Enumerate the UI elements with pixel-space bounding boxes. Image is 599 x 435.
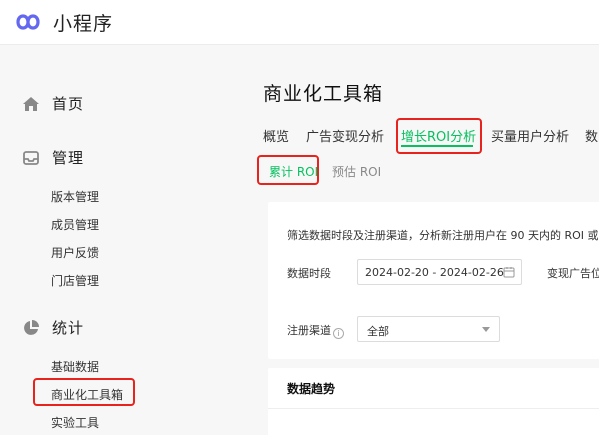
channel-select[interactable]: 全部 <box>357 316 500 342</box>
sidebar-group-label: 管理 <box>52 149 85 167</box>
date-range-picker[interactable]: 2024-02-20 - 2024-02-26 <box>357 259 522 285</box>
app-title: 小程序 <box>53 13 114 35</box>
period-label: 数据时段 <box>287 267 331 280</box>
highlight-box <box>33 378 135 406</box>
subtab-estimated-roi[interactable]: 预估 ROI <box>332 163 381 180</box>
help-icon[interactable]: i <box>333 328 344 339</box>
trend-title: 数据趋势 <box>287 382 336 396</box>
channel-label: 注册渠道 <box>287 324 331 337</box>
sidebar-item-experiment[interactable]: 实验工具 <box>51 414 99 431</box>
pie-chart-icon <box>24 319 39 335</box>
tab-user-acquisition[interactable]: 买量用户分析 <box>491 126 569 145</box>
sidebar: 首页 管理 版本管理 成员管理 用户反馈 门店管理 统计 基础数据 商业化工具箱… <box>0 46 193 435</box>
divider <box>268 408 599 409</box>
filter-description: 筛选数据时段及注册渠道，分析新注册用户在 90 天内的 ROI 或变现 <box>287 229 599 242</box>
sidebar-item-feedback[interactable]: 用户反馈 <box>51 244 99 261</box>
sidebar-item-members[interactable]: 成员管理 <box>51 216 99 233</box>
ad-slot-label: 变现广告位 <box>547 267 599 280</box>
tab-more[interactable]: 数 <box>585 126 598 145</box>
sidebar-group-label: 统计 <box>52 319 85 337</box>
mini-program-logo-icon <box>16 14 40 30</box>
date-range-value: 2024-02-20 - 2024-02-26 <box>365 266 504 279</box>
tab-ad-monetization[interactable]: 广告变现分析 <box>306 126 384 145</box>
channel-select-value: 全部 <box>367 325 389 338</box>
sidebar-item-version[interactable]: 版本管理 <box>51 188 99 205</box>
sidebar-group-manage[interactable]: 管理 <box>22 147 84 168</box>
sidebar-item-stores[interactable]: 门店管理 <box>51 272 99 289</box>
tab-overview[interactable]: 概览 <box>263 126 289 145</box>
calendar-icon <box>503 267 515 278</box>
sidebar-group-label: 首页 <box>52 95 85 113</box>
page-title: 商业化工具箱 <box>263 83 384 105</box>
chevron-down-icon <box>482 327 490 332</box>
inbox-icon <box>23 150 39 165</box>
filter-card: 筛选数据时段及注册渠道，分析新注册用户在 90 天内的 ROI 或变现 数据时段… <box>268 202 599 359</box>
main-content: 商业化工具箱 概览 广告变现分析 增长ROI分析 买量用户分析 数 累计 ROI… <box>193 46 599 435</box>
highlight-box <box>257 155 319 185</box>
sidebar-group-home[interactable]: 首页 <box>22 93 84 114</box>
trend-card: 数据趋势 <box>268 368 599 435</box>
sidebar-group-stats[interactable]: 统计 <box>22 317 84 338</box>
highlight-box <box>396 118 482 154</box>
home-icon <box>23 96 39 111</box>
sidebar-item-basic-data[interactable]: 基础数据 <box>51 358 99 375</box>
top-bar: 小程序 <box>0 0 599 45</box>
